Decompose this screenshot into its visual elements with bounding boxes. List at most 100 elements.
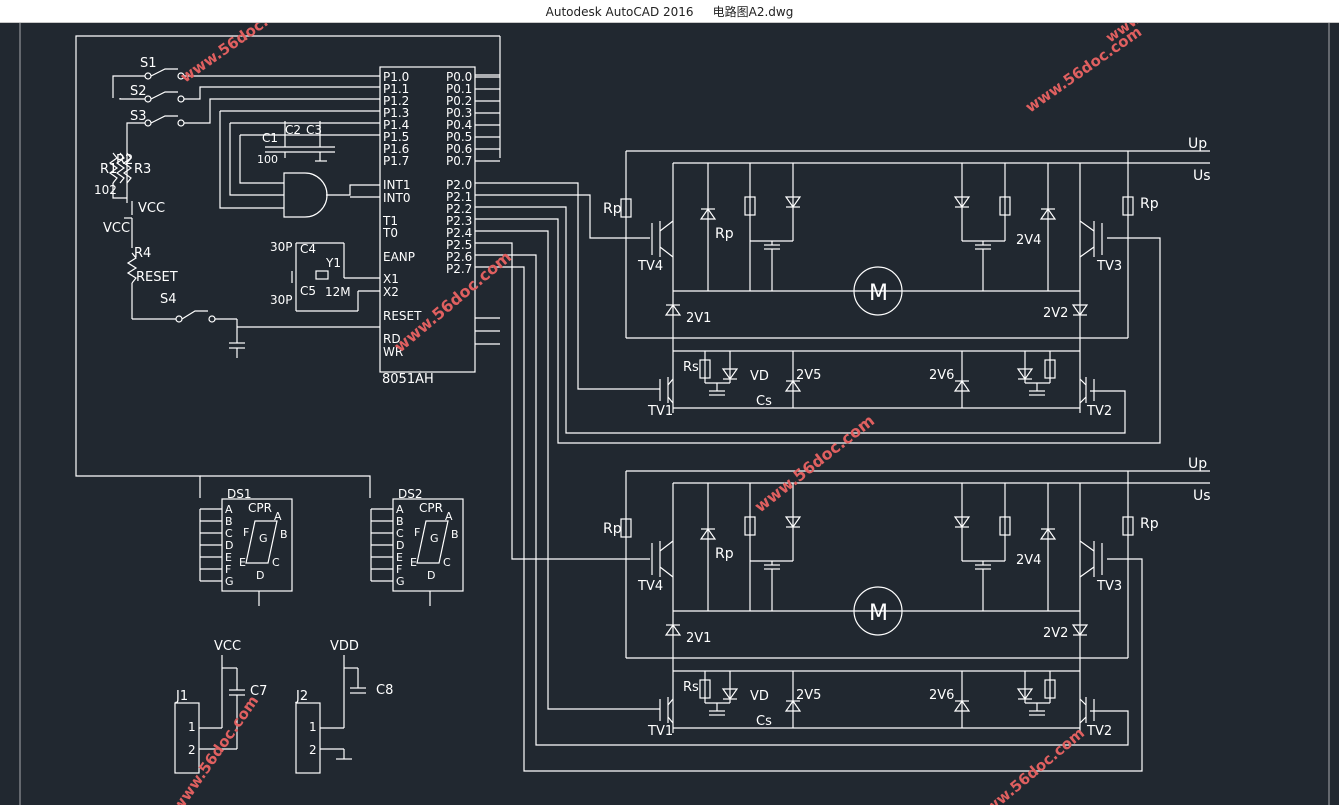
resistor-rs: Rs	[683, 680, 699, 695]
mcu-name: 8051AH	[382, 372, 434, 387]
vcc-label-1: VCC	[138, 201, 165, 216]
seg-d: D	[256, 569, 264, 582]
diode-2v4: 2V4	[1016, 553, 1041, 568]
seg-f: F	[414, 526, 420, 539]
resistor-rs: Rs	[683, 360, 699, 375]
watermark-text: www.56doc.com	[169, 692, 263, 805]
j1-pin2: 2	[188, 743, 196, 757]
window-title: Autodesk AutoCAD 2016 电路图A2.dwg	[0, 3, 1339, 20]
input-section: S1 S2 S3 S4 R1 R2 R3 102 VCC VCC R4 RESE…	[94, 56, 380, 358]
p2-routing	[475, 182, 1161, 772]
switch-s2: S2	[130, 84, 147, 99]
mcu-pin-eanp: EANP	[383, 250, 415, 264]
seg-b: B	[280, 528, 288, 541]
transistor-tv1: TV1	[647, 404, 673, 419]
file-name: 电路图A2.dwg	[712, 5, 794, 19]
capacitor-cs: Cs	[756, 394, 772, 409]
mcu-pin-p1-7: P1.7	[383, 154, 409, 168]
mcu-pin-p0-7: P0.7	[446, 154, 472, 168]
power-connector-j2: J2 1 2 VDD C8	[295, 639, 393, 774]
j2-pin2: 2	[309, 743, 317, 757]
mcu-pin-p2-7: P2.7	[446, 262, 472, 276]
cap-c1: C1	[262, 131, 278, 145]
j1-rail: VCC	[214, 639, 241, 654]
motor-driver-1: Up Us M Rp Rp Rp TV4 TV3 2V1 2V2 2V4 Rs VD Cs 2V5 2V6 TV…	[603, 136, 1211, 419]
drawing-canvas[interactable]: P1.0 P1.1 P1.2 P1.3 P1.4 P1.5 P1.6 P1.7 P0.0 P0.…	[0, 23, 1339, 805]
resistor-r4: R4	[134, 246, 151, 261]
diode-vd: VD	[750, 689, 769, 704]
reset-label: RESET	[136, 270, 178, 285]
cap-c4: C4	[300, 242, 316, 256]
j1-label: J1	[175, 689, 188, 704]
rail-us: Us	[1193, 168, 1211, 184]
diode-2v1: 2V1	[686, 631, 711, 646]
motor-symbol: M	[869, 601, 888, 626]
diode-2v6: 2V6	[929, 688, 954, 703]
diode-2v5: 2V5	[796, 368, 821, 383]
transistor-tv3: TV3	[1096, 579, 1122, 594]
cap-value: 100	[257, 153, 278, 166]
display-cpr: CPR	[248, 501, 272, 515]
j2-cap: C8	[376, 683, 393, 698]
rail-us: Us	[1193, 488, 1211, 504]
crystal-y1: Y1	[325, 256, 341, 270]
seg-e: E	[239, 556, 246, 569]
transistor-tv2: TV2	[1086, 724, 1112, 739]
mcu-pin-x1: X1	[383, 272, 399, 286]
mcu-pin-int1: INT1	[383, 178, 410, 192]
app-title: Autodesk AutoCAD 2016	[545, 5, 694, 19]
diode-2v5: 2V5	[796, 688, 821, 703]
transistor-tv1: TV1	[647, 724, 673, 739]
osc-cap-value-2: 30P	[270, 293, 293, 307]
display-pin-g: G	[225, 575, 234, 588]
mcu-pin-t0: T0	[382, 226, 398, 240]
resistor-r2: R2	[116, 153, 133, 168]
seg-c: C	[272, 556, 280, 569]
seg-g: G	[259, 532, 268, 545]
switch-s4: S4	[160, 292, 177, 307]
diode-2v1: 2V1	[686, 311, 711, 326]
diode-2v4: 2V4	[1016, 233, 1041, 248]
j2-label: J2	[295, 689, 308, 704]
cap-c5: C5	[300, 284, 316, 298]
seg-d: D	[427, 569, 435, 582]
rp-inner: Rp	[715, 546, 734, 562]
seg-g: G	[430, 532, 439, 545]
title-bar: Autodesk AutoCAD 2016 电路图A2.dwg	[0, 0, 1339, 23]
motor-driver-2: Up Us M Rp Rp Rp TV4 TV3 2V1 2V2 2V4 Rs VD Cs 2V5 2V6 TV…	[603, 456, 1211, 739]
crystal-freq: 12M	[325, 285, 351, 299]
diode-2v6: 2V6	[929, 368, 954, 383]
vcc-label-2: VCC	[103, 221, 130, 236]
display-ds1: DS1ABCDEFGCPRABCDEF G	[199, 487, 293, 606]
capacitor-cs: Cs	[756, 714, 772, 729]
schematic-drawing: P1.0P1.1P1.2P1.3P1.4P1.5P1.6P1.7 P0.0P0.…	[19, 23, 1330, 805]
j2-rail: VDD	[330, 639, 359, 654]
j1-pin1: 1	[188, 720, 196, 734]
transistor-tv4: TV4	[637, 579, 663, 594]
seg-f: F	[243, 526, 249, 539]
rp-right: Rp	[1140, 516, 1159, 532]
seg-b: B	[451, 528, 459, 541]
rail-up: Up	[1188, 456, 1207, 472]
mcu-pin-x2: X2	[383, 285, 399, 299]
rp-left: Rp	[603, 521, 622, 537]
switch-s3: S3	[130, 109, 147, 124]
motor-symbol: M	[869, 281, 888, 306]
transistor-tv3: TV3	[1096, 259, 1122, 274]
display-ds2: DS2ABCDEFGCPRABCDEF G	[370, 487, 464, 606]
watermark-text: www.56doc.com	[177, 23, 300, 86]
transistor-tv2: TV2	[1086, 404, 1112, 419]
resistor-r1: R1	[100, 162, 117, 177]
watermark-text: www.56doc.com	[751, 411, 878, 516]
j2-pin1: 1	[309, 720, 317, 734]
watermark-text: www.56doc.com	[1022, 23, 1145, 116]
rp-right: Rp	[1140, 196, 1159, 212]
seg-e: E	[410, 556, 417, 569]
switch-s1: S1	[140, 56, 157, 71]
watermark-text: www.56doc.com	[971, 724, 1088, 805]
rp-left: Rp	[603, 201, 622, 217]
diode-2v2: 2V2	[1043, 306, 1068, 321]
diode-vd: VD	[750, 369, 769, 384]
mcu-pin-int0: INT0	[383, 191, 410, 205]
display-cpr: CPR	[419, 501, 443, 515]
